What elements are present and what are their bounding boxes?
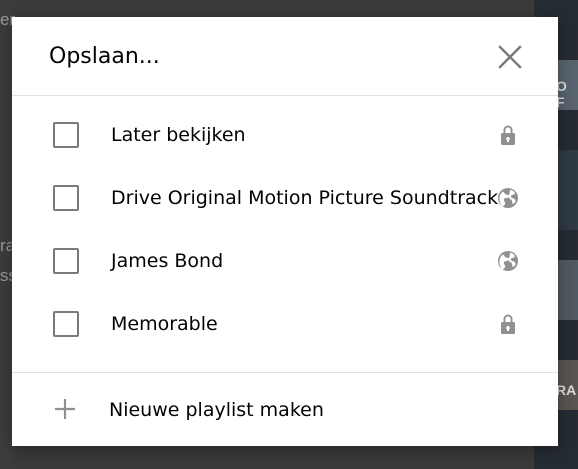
- playlist-label: Later bekijken: [111, 124, 246, 146]
- background-thumbnail-text: O F: [556, 78, 567, 110]
- background-thumbnail-text: RA: [556, 382, 577, 398]
- globe-icon: [498, 188, 518, 208]
- playlist-checkbox[interactable]: [53, 311, 79, 337]
- globe-icon: [498, 251, 518, 271]
- lock-icon: [501, 314, 515, 334]
- dialog-header: Opslaan...: [12, 17, 558, 95]
- lock-icon: [501, 125, 515, 145]
- save-to-playlist-dialog: Opslaan... Later bekijken Drive Original…: [12, 17, 558, 446]
- playlist-item[interactable]: James Bond: [12, 232, 558, 295]
- close-icon: [498, 45, 522, 69]
- playlist-item[interactable]: Later bekijken: [12, 106, 558, 169]
- close-button[interactable]: [494, 41, 526, 73]
- playlist-checkbox[interactable]: [53, 248, 79, 274]
- playlist-label: Drive Original Motion Picture Soundtrack: [111, 187, 499, 209]
- playlist-label: James Bond: [111, 250, 224, 272]
- playlist-checkbox[interactable]: [53, 122, 79, 148]
- playlist-label: Memorable: [111, 313, 218, 335]
- plus-icon: [55, 399, 75, 419]
- header-divider: [12, 95, 558, 96]
- dialog-title: Opslaan...: [49, 44, 160, 69]
- create-playlist-label: Nieuwe playlist maken: [109, 399, 324, 421]
- create-playlist-button[interactable]: Nieuwe playlist maken: [12, 373, 558, 446]
- playlist-checkbox[interactable]: [53, 185, 79, 211]
- playlist-item[interactable]: Drive Original Motion Picture Soundtrack: [12, 169, 558, 232]
- playlist-item[interactable]: Memorable: [12, 295, 558, 358]
